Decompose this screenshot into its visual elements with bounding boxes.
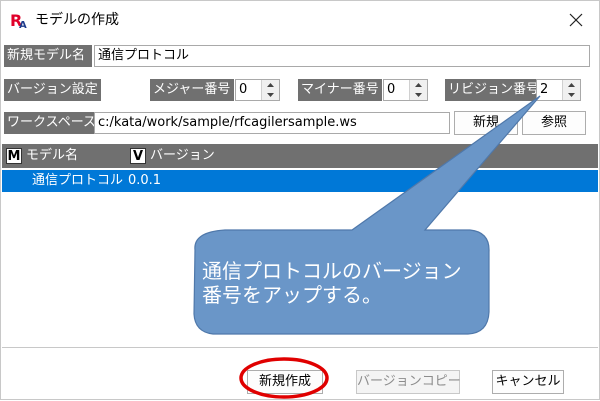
svg-text:A: A (19, 20, 27, 29)
minor-number-spinner[interactable]: 0 (383, 79, 428, 101)
workspace-input[interactable]: c:/kata/work/sample/rfcagilersample.ws (94, 112, 450, 134)
version-column-header[interactable]: バージョン (150, 147, 215, 165)
model-list: 通信プロトコル 0.0.1 (2, 168, 598, 348)
spin-down-icon[interactable] (410, 90, 427, 100)
major-number-value: 0 (239, 82, 248, 97)
spin-up-icon[interactable] (262, 80, 279, 90)
spinner-arrows (562, 80, 580, 100)
callout-line-2: 番号をアップする。 (202, 283, 382, 307)
version-settings-label: バージョン設定 (4, 79, 101, 101)
title-bar: R A モデルの作成 (1, 1, 599, 39)
spinner-arrows (409, 80, 427, 100)
model-column-header[interactable]: モデル名 (26, 147, 78, 165)
cancel-button[interactable]: キャンセル (492, 370, 564, 394)
spin-down-icon[interactable] (262, 90, 279, 100)
spinner-arrows (261, 80, 279, 100)
close-icon (569, 13, 583, 27)
callout-text: 通信プロトコルのバージョン 番号をアップする。 (202, 259, 482, 307)
spin-down-icon[interactable] (563, 90, 580, 100)
workspace-label: ワークスペース (4, 112, 96, 134)
browse-button[interactable]: 参照 (522, 111, 586, 135)
revision-number-label: リビジョン番号 (445, 79, 539, 101)
major-number-spinner[interactable]: 0 (235, 79, 280, 101)
spin-up-icon[interactable] (563, 80, 580, 90)
minor-number-value: 0 (387, 82, 396, 97)
ra-app-icon: R A (10, 11, 28, 29)
revision-number-value: 2 (540, 82, 549, 97)
spin-up-icon[interactable] (410, 80, 427, 90)
highlight-ellipse (239, 357, 329, 399)
window-title: モデルの作成 (35, 12, 119, 28)
create-model-dialog: R A モデルの作成 新規モデル名 通信プロトコル バージョン設定 メジャー番号… (0, 0, 600, 400)
version-column-icon: V (130, 148, 146, 164)
row-model-name: 通信プロトコル (32, 173, 124, 188)
model-list-header: M モデル名 V バージョン (2, 144, 598, 168)
table-row[interactable]: 通信プロトコル 0.0.1 (2, 170, 598, 192)
minor-number-label: マイナー番号 (298, 79, 382, 101)
new-workspace-button[interactable]: 新規 (454, 111, 518, 135)
version-copy-button[interactable]: バージョンコピー (356, 370, 461, 394)
model-name-label: 新規モデル名 (4, 45, 92, 67)
row-version: 0.0.1 (128, 173, 162, 188)
close-button[interactable] (553, 1, 599, 39)
model-column-icon: M (6, 148, 22, 164)
callout-line-1: 通信プロトコルのバージョン (202, 259, 462, 283)
major-number-label: メジャー番号 (150, 79, 234, 101)
model-name-input[interactable]: 通信プロトコル (94, 45, 590, 67)
revision-number-spinner[interactable]: 2 (536, 79, 581, 101)
